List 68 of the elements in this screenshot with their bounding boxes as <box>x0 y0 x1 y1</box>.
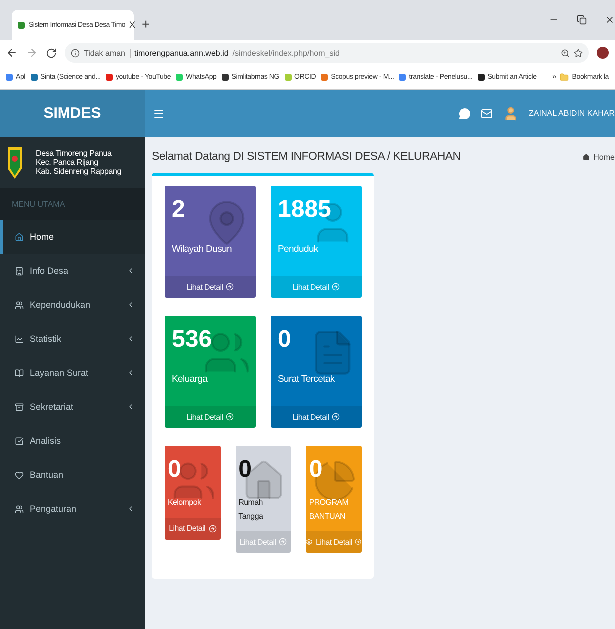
close-icon[interactable] <box>605 15 615 25</box>
sidebar-item[interactable]: Home <box>0 220 145 254</box>
home-icon <box>582 154 590 160</box>
village-emblem-icon <box>6 144 24 180</box>
menu-item-icon <box>15 232 24 242</box>
menu-header: MENU UTAMA <box>0 188 145 220</box>
folder-icon <box>560 73 570 82</box>
arrow-circle-icon <box>208 524 217 533</box>
stat-label: Kelompok <box>168 497 202 509</box>
menu-item-icon <box>15 470 24 480</box>
stat-label: Surat Tercetak <box>278 373 336 387</box>
sidebar-item[interactable]: Bantuan <box>0 458 145 492</box>
sidebar-item[interactable]: Kependudukan <box>0 288 145 322</box>
village-info: Kec. Panca Rijang <box>36 158 100 168</box>
restore-icon[interactable] <box>577 15 587 25</box>
stat-label: Penduduk <box>278 243 320 257</box>
stat-value: 0 <box>238 456 252 484</box>
sidebar-item[interactable]: Layanan Surat <box>0 356 145 390</box>
sidebar-item[interactable]: Sekretariat <box>0 390 145 424</box>
back-icon[interactable] <box>6 47 18 59</box>
stat-value: 0 <box>278 326 292 354</box>
menu-item-icon <box>15 504 24 514</box>
brand-logo[interactable]: SIMDES <box>0 90 145 137</box>
sidebar-item[interactable]: Info Desa <box>0 254 145 288</box>
arrow-circle-icon <box>226 283 234 291</box>
chat-icon[interactable] <box>459 108 472 120</box>
arrow-circle-icon <box>279 538 288 546</box>
stat-value: 536 <box>172 326 212 354</box>
arrow-circle-icon <box>226 413 234 421</box>
profile-avatar[interactable] <box>597 47 609 59</box>
menu-item-icon <box>15 368 24 378</box>
user-name[interactable]: ZAINAL ABIDIN KAHAR <box>529 109 615 118</box>
menu-item-icon <box>15 334 24 344</box>
stat-value: 0 <box>168 456 182 484</box>
arrow-circle-icon <box>355 538 362 546</box>
sidebar-item[interactable]: Analisis <box>0 424 145 458</box>
sidebar-item[interactable]: Pengaturan <box>0 492 145 526</box>
menu-item-icon <box>15 402 24 412</box>
page-title: Selamat Datang DI SISTEM INFORMASI DESA / KELURAHAN <box>152 151 461 163</box>
stat-value: 1885 <box>278 196 332 224</box>
village-info: Kab. Sidenreng Rappang <box>36 167 122 176</box>
zoom-icon[interactable] <box>561 48 570 58</box>
tab-close-button[interactable]: X <box>130 20 136 30</box>
arrow-circle-icon <box>332 283 340 291</box>
menu-item-icon <box>15 266 24 276</box>
reload-icon[interactable] <box>46 48 57 58</box>
stat-value: 2 <box>172 196 186 224</box>
mail-icon[interactable] <box>481 108 494 120</box>
village-info: Desa Timoreng Panua <box>36 148 113 158</box>
arrow-circle-icon <box>332 413 340 421</box>
stat-label: Keluarga <box>172 373 209 387</box>
menu-item-icon <box>15 300 24 310</box>
detail-link[interactable]: Lihat Detail <box>165 518 221 540</box>
stat-label: Rumah Tangga <box>238 497 264 523</box>
sidebar-item[interactable]: Statistik <box>0 322 145 356</box>
detail-link[interactable]: Lihat Detail <box>271 406 362 428</box>
menu-item-icon <box>15 436 24 446</box>
bookmark-star-icon[interactable] <box>574 48 583 58</box>
info-icon <box>71 48 80 58</box>
detail-link[interactable]: Lihat Detail <box>165 276 256 298</box>
menu-icon[interactable] <box>153 108 165 120</box>
site-favicon-icon <box>18 22 25 28</box>
stat-value: 0 <box>309 456 323 484</box>
breadcrumb-link[interactable]: Home <box>582 152 615 162</box>
address-bar[interactable]: Tidak aman timorengpanua.ann.web.id /simdeskel/index.php/hom_sid <box>65 43 589 63</box>
new-tab-button[interactable]: + <box>142 16 150 32</box>
stat-label: Wilayah Dusun <box>172 243 233 257</box>
stat-label: PROGRAM BANTUAN <box>309 497 350 523</box>
